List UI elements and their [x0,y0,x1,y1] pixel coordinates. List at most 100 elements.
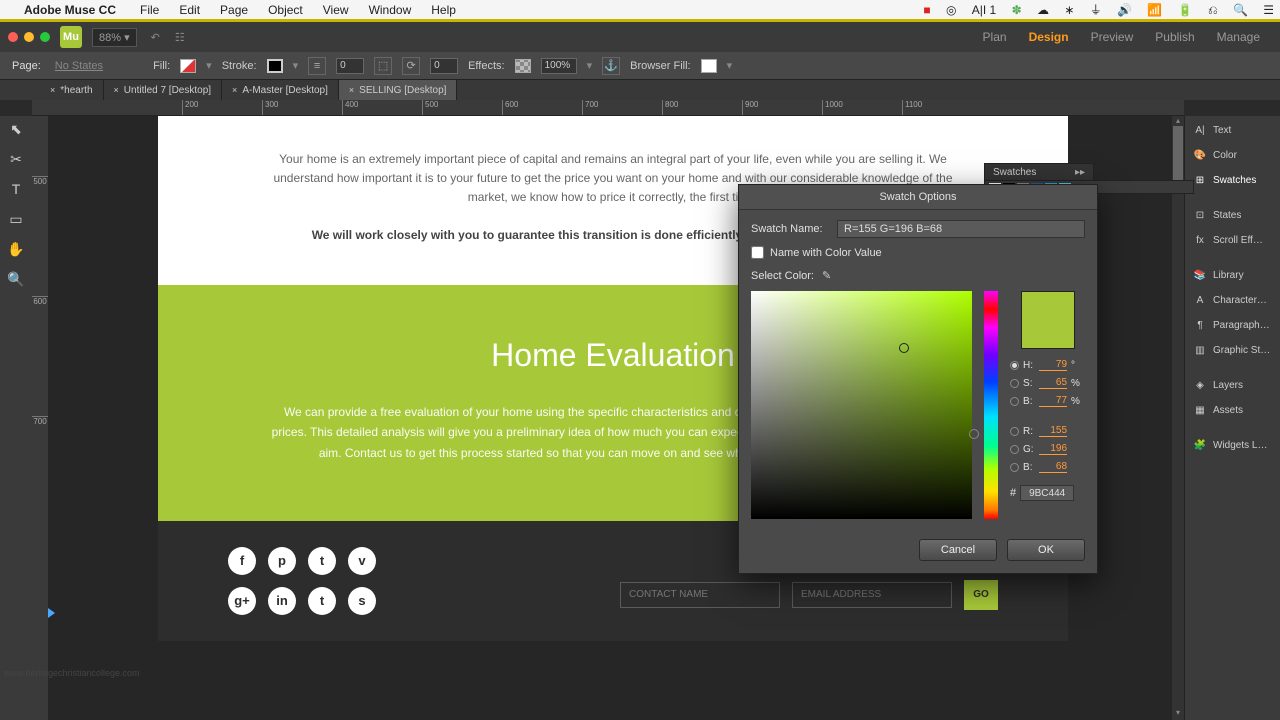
hand-tool-icon[interactable]: ✋ [7,240,25,258]
doc-tab-hearth[interactable]: ×*hearth [40,80,104,100]
name-with-color-checkbox[interactable] [751,246,764,259]
rotate-input[interactable] [430,58,458,74]
crop-tool-icon[interactable]: ✂ [7,150,25,168]
opacity-input[interactable] [541,58,577,74]
googleplus-icon[interactable]: g+ [228,587,256,615]
selection-tool-icon[interactable]: ⬉ [7,120,25,138]
zoom-tool-icon[interactable]: 🔍 [7,270,25,288]
h-radio[interactable] [1010,361,1019,370]
panel-character[interactable]: ACharacter… [1185,288,1280,313]
expand-panel-icon[interactable]: ▸▸ [1075,167,1085,178]
go-button[interactable]: GO [964,580,998,610]
menu-page[interactable]: Page [210,3,258,17]
pinterest-icon[interactable]: p [268,547,296,575]
sync-icon[interactable]: ✽ [1006,3,1028,17]
redo-icon[interactable]: ☷ [169,32,191,44]
swatches-floating-tab[interactable]: Swatches ▸▸ [984,163,1094,181]
g-value[interactable]: 196 [1039,443,1067,455]
scroll-down-icon[interactable]: ▾ [1172,708,1184,720]
panel-layers[interactable]: ◈Layers [1185,373,1280,398]
minimize-window-icon[interactable] [24,32,34,42]
effects-swatch[interactable] [515,59,531,73]
eyedropper-icon[interactable]: ✎ [822,269,836,283]
anchor-icon[interactable]: ⚓ [602,57,620,75]
tumblr-icon[interactable]: t [308,587,336,615]
bl-value[interactable]: 68 [1039,461,1067,473]
bluetooth-icon[interactable]: ∗ [1058,3,1080,17]
scrollbar-thumb[interactable] [1173,126,1183,186]
battery-icon[interactable]: 🔋 [1172,3,1199,17]
panel-paragraph[interactable]: ¶Paragraph… [1185,313,1280,338]
doc-tab-selling[interactable]: ×SELLING [Desktop] [339,80,458,100]
record-icon[interactable]: ■ [917,3,936,17]
corner-icon[interactable]: ⬚ [374,57,392,75]
panel-widgets-library[interactable]: 🧩Widgets L… [1185,433,1280,458]
menu-edit[interactable]: Edit [169,3,210,17]
panel-color[interactable]: 🎨Color [1185,143,1280,168]
panel-states[interactable]: ⊡States [1185,203,1280,228]
s-radio[interactable] [1010,379,1019,388]
menu-help[interactable]: Help [421,3,466,17]
cc-icon[interactable]: ◎ [940,3,962,17]
spotlight-icon[interactable]: 🔍 [1227,3,1254,17]
menu-view[interactable]: View [313,3,359,17]
vertical-ruler[interactable]: 500 600 700 [32,116,48,720]
hue-slider[interactable] [984,291,998,519]
close-window-icon[interactable] [8,32,18,42]
doc-tab-amaster[interactable]: ×A-Master [Desktop] [222,80,339,100]
mode-preview[interactable]: Preview [1091,30,1134,44]
zoom-window-icon[interactable] [40,32,50,42]
zoom-dropdown[interactable]: 88% ▾ [92,28,137,47]
contact-name-input[interactable] [620,582,780,608]
hex-input[interactable] [1020,485,1074,501]
panel-text[interactable]: A|Text [1185,118,1280,143]
menu-window[interactable]: Window [359,3,422,17]
notification-icon[interactable]: ☰ [1257,3,1280,17]
stroke-swatch[interactable] [267,59,283,73]
saturation-value-field[interactable] [751,291,972,519]
panel-graphic-styles[interactable]: ▥Graphic St… [1185,338,1280,363]
s-value[interactable]: 65 [1039,377,1067,389]
undo-icon[interactable]: ↶ [145,32,166,44]
fill-swatch[interactable] [180,59,196,73]
g-radio[interactable] [1010,445,1019,454]
stroke-weight-input[interactable] [336,58,364,74]
page-state-link[interactable]: No States [55,60,103,72]
mode-manage[interactable]: Manage [1217,30,1260,44]
r-radio[interactable] [1010,427,1019,436]
ok-button[interactable]: OK [1007,539,1085,561]
twitter-icon[interactable]: t [308,547,336,575]
h-value[interactable]: 79 [1039,359,1067,371]
swatch-name-input[interactable] [837,220,1085,238]
panel-assets[interactable]: ▦Assets [1185,398,1280,423]
vimeo-icon[interactable]: v [348,547,376,575]
mode-design[interactable]: Design [1029,30,1069,44]
menu-file[interactable]: File [130,3,169,17]
panel-swatches[interactable]: ⊞Swatches [1185,168,1280,193]
timemachine-icon[interactable]: ⎌ [1202,3,1224,17]
volume-icon[interactable]: 🔊 [1111,3,1138,17]
skype-icon[interactable]: s [348,587,376,615]
sv-marker-icon[interactable] [899,343,909,353]
menu-object[interactable]: Object [258,3,313,17]
panel-library[interactable]: 📚Library [1185,263,1280,288]
signal-icon[interactable]: 📶 [1141,3,1168,17]
mode-publish[interactable]: Publish [1155,30,1194,44]
browser-fill-swatch[interactable] [701,59,717,73]
bl-radio[interactable] [1010,463,1019,472]
panel-scroll-effects[interactable]: fxScroll Eff… [1185,228,1280,253]
mode-plan[interactable]: Plan [983,30,1007,44]
rectangle-tool-icon[interactable]: ▭ [7,210,25,228]
email-address-input[interactable] [792,582,952,608]
doc-tab-untitled7[interactable]: ×Untitled 7 [Desktop] [104,80,223,100]
b-value[interactable]: 77 [1039,395,1067,407]
ai-count-icon[interactable]: A|I 1 [966,3,1002,17]
horizontal-ruler[interactable]: 200 300 400 500 600 700 800 900 1000 110… [32,100,1184,116]
b-radio[interactable] [1010,397,1019,406]
text-tool-icon[interactable]: T [7,180,25,198]
guide-marker-icon[interactable] [48,608,55,618]
vertical-scrollbar[interactable]: ▴ ▾ [1172,116,1184,720]
cloud-icon[interactable]: ☁ [1031,3,1055,17]
linkedin-icon[interactable]: in [268,587,296,615]
wifi-icon[interactable]: ⏚ [1084,3,1108,17]
